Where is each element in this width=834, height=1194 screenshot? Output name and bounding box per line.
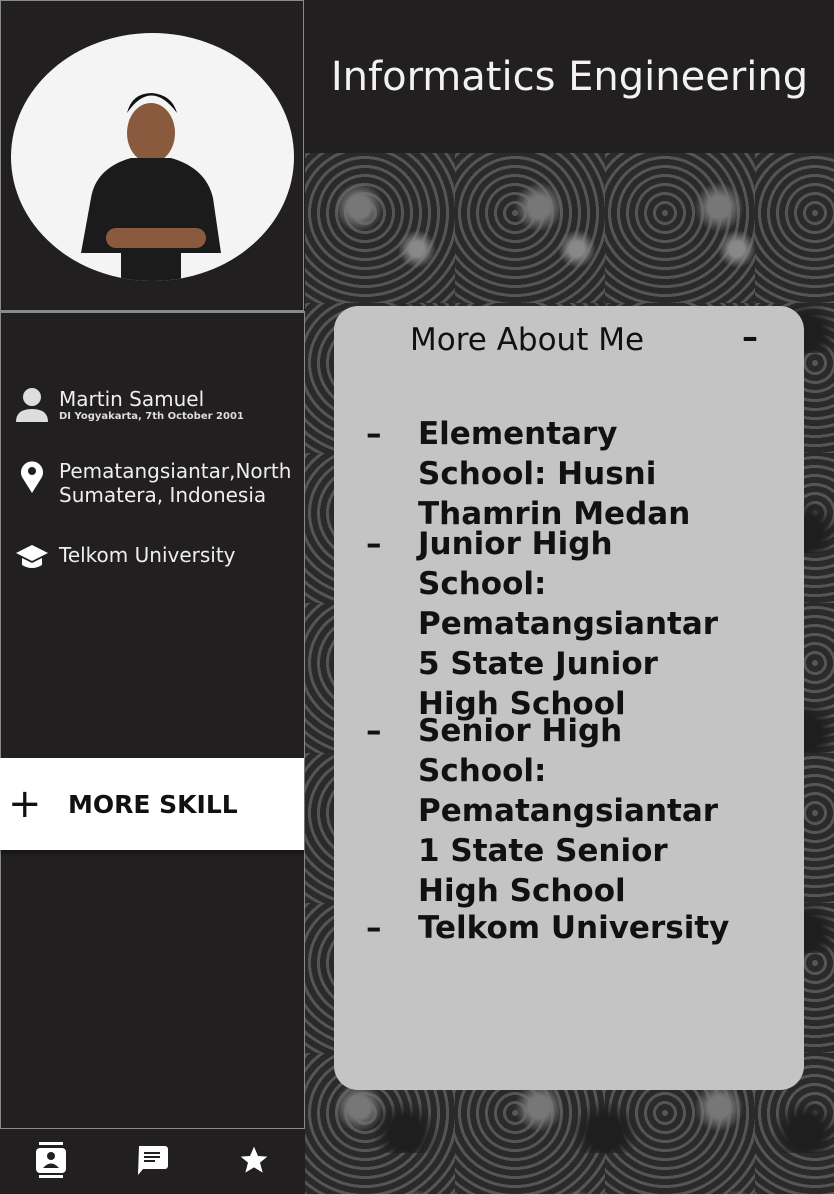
dash-icon: – <box>366 713 382 749</box>
graduation-cap-icon <box>15 543 49 571</box>
item-text: Junior High School: Pematangsiantar 5 St… <box>418 526 719 722</box>
location-row: Pematangsiantar,North Sumatera, Indonesi… <box>15 459 304 507</box>
dash-icon: – <box>366 526 382 562</box>
list-item: – Junior High School: Pematangsiantar 5 S… <box>366 524 748 724</box>
university-row: Telkom University <box>15 543 236 571</box>
info-panel: Martin Samuel DI Yogyakarta, 7th October … <box>0 311 305 1129</box>
item-text: Elementary School: Husni Thamrin Medan <box>418 416 691 532</box>
photo-frame <box>0 0 304 311</box>
item-text: Senior High School: Pematangsiantar 1 St… <box>418 713 719 909</box>
contact-icon[interactable] <box>35 1142 67 1182</box>
list-item: – Elementary School: Husni Thamrin Medan <box>366 414 748 534</box>
location-text: Pematangsiantar,North Sumatera, Indonesi… <box>59 459 292 507</box>
bottom-nav <box>0 1130 305 1194</box>
more-skill-label: MORE SKILL <box>68 789 238 819</box>
profile-photo <box>11 33 294 281</box>
dash-icon: – <box>366 910 382 946</box>
card-title: More About Me <box>410 322 645 358</box>
list-item: – Senior High School: Pematangsiantar 1 S… <box>366 711 748 911</box>
list-item: – Telkom University <box>366 908 748 948</box>
item-text: Telkom University <box>418 910 730 946</box>
sidebar: Martin Samuel DI Yogyakarta, 7th October … <box>0 0 305 1194</box>
page-header: Informatics Engineering <box>305 0 834 153</box>
profile-name: Martin Samuel <box>59 387 205 411</box>
dash-icon: – <box>366 416 382 452</box>
star-icon[interactable] <box>238 1144 270 1180</box>
more-about-me-card: More About Me – – Elementary School: Husn… <box>334 306 804 1090</box>
message-icon[interactable] <box>136 1144 169 1180</box>
more-skill-button[interactable]: + MORE SKILL <box>0 758 304 850</box>
location-pin-icon <box>15 459 49 493</box>
person-icon <box>15 387 49 423</box>
birth-info: DI Yogyakarta, 7th October 2001 <box>59 411 244 422</box>
name-row: Martin Samuel DI Yogyakarta, 7th October … <box>15 387 244 423</box>
university-text: Telkom University <box>59 543 236 567</box>
collapse-button[interactable]: – <box>742 318 758 356</box>
plus-icon: + <box>8 781 42 827</box>
page-title: Informatics Engineering <box>330 53 809 100</box>
